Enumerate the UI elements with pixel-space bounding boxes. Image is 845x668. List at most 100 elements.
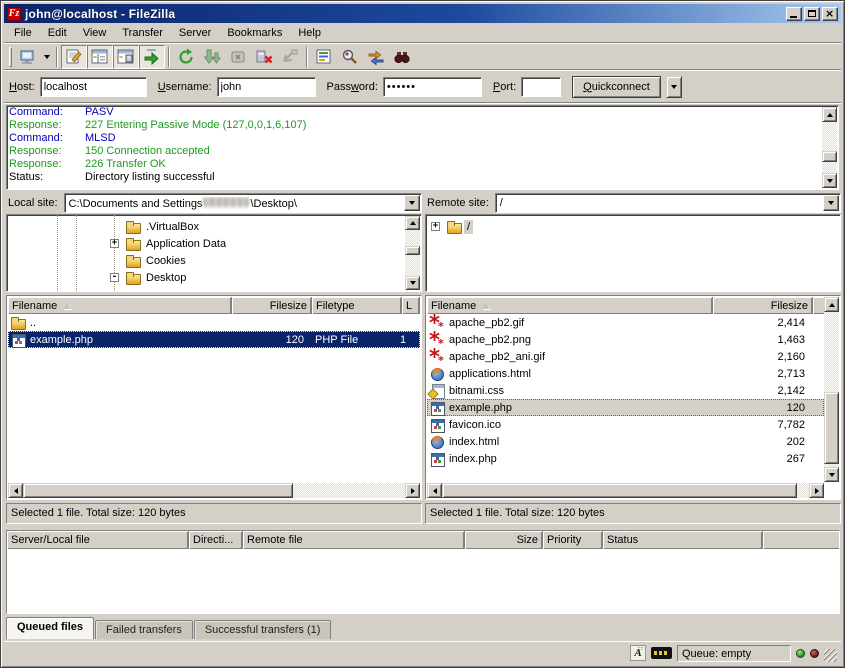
port-input[interactable]: [521, 77, 561, 97]
remote-path-dropdown[interactable]: [823, 195, 839, 211]
scroll-thumb[interactable]: [442, 483, 797, 498]
scroll-up-button[interactable]: [824, 297, 839, 312]
file-row-selected[interactable]: example.php120: [427, 399, 824, 416]
find-files-button[interactable]: [389, 45, 415, 69]
directory-filter-button[interactable]: [311, 45, 337, 69]
local-tree-scrollbar[interactable]: [405, 216, 420, 290]
scroll-down-button[interactable]: [824, 467, 839, 482]
synchronized-browsing-button[interactable]: [363, 45, 389, 69]
minimize-button[interactable]: [786, 7, 802, 21]
column-header-server-local-file[interactable]: Server/Local file: [7, 531, 189, 549]
quickconnect-dropdown[interactable]: [666, 76, 682, 98]
menu-edit[interactable]: Edit: [40, 25, 75, 41]
file-row[interactable]: index.php267: [427, 450, 824, 467]
column-header-size[interactable]: Size: [465, 531, 543, 549]
expand-icon[interactable]: +: [110, 239, 119, 248]
local-list-hscrollbar[interactable]: [8, 483, 420, 498]
column-header-filesize[interactable]: Filesize: [713, 297, 813, 314]
scroll-down-button[interactable]: [822, 173, 837, 188]
tree-item-application-data[interactable]: + Application Data: [110, 235, 229, 252]
tree-item-root[interactable]: + /: [431, 218, 473, 235]
host-input[interactable]: [40, 77, 147, 97]
local-directory-tree[interactable]: .VirtualBox + Application Data Cookies -…: [6, 214, 422, 292]
tree-item-cookies[interactable]: Cookies: [123, 252, 189, 269]
scroll-right-button[interactable]: [405, 483, 420, 498]
column-header-modified[interactable]: L: [402, 297, 420, 314]
menu-transfer[interactable]: Transfer: [114, 25, 171, 41]
column-header-filesize[interactable]: Filesize: [232, 297, 312, 314]
maximize-button[interactable]: [804, 7, 820, 21]
scroll-thumb[interactable]: [405, 246, 420, 255]
scroll-down-button[interactable]: [405, 276, 420, 290]
scroll-up-button[interactable]: [822, 107, 837, 122]
collapse-icon[interactable]: -: [110, 273, 119, 282]
remote-directory-tree[interactable]: + /: [425, 214, 841, 292]
column-header-filename[interactable]: Filename: [427, 297, 713, 314]
tree-item-desktop[interactable]: - Desktop: [110, 269, 189, 286]
tab-successful-transfers[interactable]: Successful transfers (1): [194, 620, 332, 639]
resize-grip[interactable]: [824, 649, 837, 662]
scroll-thumb[interactable]: [23, 483, 293, 498]
site-manager-dropdown[interactable]: [41, 45, 53, 69]
column-header-status[interactable]: Status: [603, 531, 763, 549]
menu-bookmarks[interactable]: Bookmarks: [219, 25, 290, 41]
toggle-message-log-button[interactable]: [61, 45, 87, 69]
file-row[interactable]: apache_pb2.png1,463: [427, 331, 824, 348]
message-log[interactable]: Command:PASV Response:227 Entering Passi…: [6, 105, 839, 190]
disconnect-button[interactable]: [251, 45, 277, 69]
remote-list-rows: apache_pb2.gif2,414 apache_pb2.png1,463 …: [427, 314, 824, 482]
file-row[interactable]: favicon.ico7,782: [427, 416, 824, 433]
local-path-dropdown[interactable]: [404, 195, 420, 211]
refresh-button[interactable]: [173, 45, 199, 69]
toggle-remote-tree-button[interactable]: [113, 45, 139, 69]
file-row[interactable]: applications.html2,713: [427, 365, 824, 382]
scroll-left-button[interactable]: [427, 483, 442, 498]
menu-server[interactable]: Server: [171, 25, 219, 41]
remote-path-combo[interactable]: /: [495, 193, 841, 213]
log-scrollbar[interactable]: [822, 107, 837, 188]
toolbar-grip[interactable]: [9, 47, 12, 67]
reconnect-button[interactable]: [277, 45, 303, 69]
file-row-parent-dir[interactable]: ..: [8, 314, 420, 331]
menu-view[interactable]: View: [75, 25, 115, 41]
file-row[interactable]: index.html202: [427, 433, 824, 450]
quickconnect-button[interactable]: Quickconnect: [572, 76, 661, 98]
remote-list-scrollbar[interactable]: [824, 297, 839, 482]
menu-help[interactable]: Help: [290, 25, 329, 41]
toggle-local-tree-button[interactable]: [87, 45, 113, 69]
remote-path-value: /: [500, 197, 503, 209]
scroll-up-button[interactable]: [405, 216, 420, 230]
scroll-left-button[interactable]: [8, 483, 23, 498]
file-row[interactable]: apache_pb2_ani.gif2,160: [427, 348, 824, 365]
column-header-remote-file[interactable]: Remote file: [243, 531, 465, 549]
local-path-combo[interactable]: C:\Documents and Settings\Desktop\: [64, 193, 422, 213]
directory-comparison-button[interactable]: [337, 45, 363, 69]
column-header-filetype[interactable]: Filetype: [312, 297, 402, 314]
scroll-right-button[interactable]: [809, 483, 824, 498]
expand-icon[interactable]: +: [431, 222, 440, 231]
toggle-transfer-queue-icon: [142, 47, 162, 67]
file-row[interactable]: bitnami.css2,142: [427, 382, 824, 399]
column-header-priority[interactable]: Priority: [543, 531, 603, 549]
close-button[interactable]: ×: [822, 7, 838, 21]
tab-failed-transfers[interactable]: Failed transfers: [95, 620, 193, 639]
tree-item-virtualbox[interactable]: .VirtualBox: [123, 218, 202, 235]
file-row[interactable]: apache_pb2.gif2,414: [427, 314, 824, 331]
toggle-transfer-queue-button[interactable]: [139, 45, 165, 69]
speedlimit-badge-icon[interactable]: [651, 647, 672, 659]
tab-queued-files[interactable]: Queued files: [6, 617, 94, 639]
ascii-datatype-icon: A::: [630, 645, 646, 661]
cancel-button[interactable]: [225, 45, 251, 69]
column-header-direction[interactable]: Directi...: [189, 531, 243, 549]
scroll-thumb[interactable]: [824, 392, 839, 464]
password-input[interactable]: [383, 77, 482, 97]
process-queue-button[interactable]: [199, 45, 225, 69]
site-manager-button[interactable]: [15, 45, 41, 69]
remote-list-hscrollbar[interactable]: [427, 483, 824, 498]
username-input[interactable]: [217, 77, 316, 97]
file-row-example-php[interactable]: example.php 120 PHP File 1: [8, 331, 420, 348]
column-header-filename[interactable]: Filename: [8, 297, 232, 314]
menu-file[interactable]: File: [6, 25, 40, 41]
title-bar[interactable]: Fz john@localhost - FileZilla ×: [4, 4, 841, 23]
scroll-thumb[interactable]: [822, 151, 837, 162]
